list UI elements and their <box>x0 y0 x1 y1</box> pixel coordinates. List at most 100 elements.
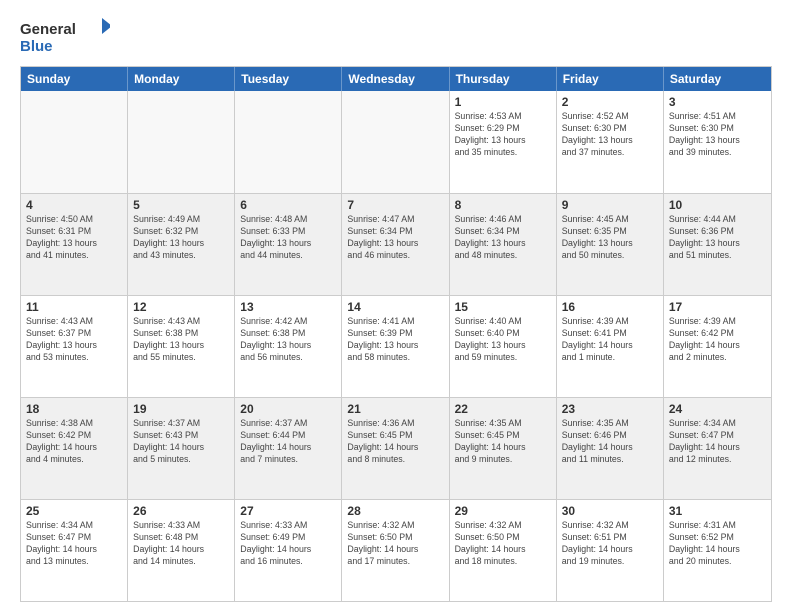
day-info: Sunrise: 4:40 AM Sunset: 6:40 PM Dayligh… <box>455 316 551 364</box>
cal-cell-1-6: 10 Sunrise: 4:44 AM Sunset: 6:36 PM Dayli… <box>664 194 771 295</box>
day-info: Sunrise: 4:49 AM Sunset: 6:32 PM Dayligh… <box>133 214 229 262</box>
cal-cell-1-2: 6 Sunrise: 4:48 AM Sunset: 6:33 PM Daylig… <box>235 194 342 295</box>
day-info: Sunrise: 4:46 AM Sunset: 6:34 PM Dayligh… <box>455 214 551 262</box>
cal-cell-2-6: 17 Sunrise: 4:39 AM Sunset: 6:42 PM Dayli… <box>664 296 771 397</box>
cal-cell-2-5: 16 Sunrise: 4:39 AM Sunset: 6:41 PM Dayli… <box>557 296 664 397</box>
day-number: 30 <box>562 504 658 518</box>
day-info: Sunrise: 4:32 AM Sunset: 6:50 PM Dayligh… <box>347 520 443 568</box>
weekday-friday: Friday <box>557 67 664 91</box>
weekday-saturday: Saturday <box>664 67 771 91</box>
cal-cell-0-4: 1 Sunrise: 4:53 AM Sunset: 6:29 PM Daylig… <box>450 91 557 193</box>
day-number: 16 <box>562 300 658 314</box>
cal-cell-1-1: 5 Sunrise: 4:49 AM Sunset: 6:32 PM Daylig… <box>128 194 235 295</box>
weekday-tuesday: Tuesday <box>235 67 342 91</box>
day-info: Sunrise: 4:43 AM Sunset: 6:37 PM Dayligh… <box>26 316 122 364</box>
header: General Blue <box>20 16 772 56</box>
day-info: Sunrise: 4:33 AM Sunset: 6:48 PM Dayligh… <box>133 520 229 568</box>
day-number: 17 <box>669 300 766 314</box>
day-info: Sunrise: 4:52 AM Sunset: 6:30 PM Dayligh… <box>562 111 658 159</box>
day-info: Sunrise: 4:53 AM Sunset: 6:29 PM Dayligh… <box>455 111 551 159</box>
calendar: SundayMondayTuesdayWednesdayThursdayFrid… <box>20 66 772 602</box>
cal-row-1: 4Sunrise: 4:50 AM Sunset: 6:31 PM Daylig… <box>21 193 771 295</box>
day-info: Sunrise: 4:31 AM Sunset: 6:52 PM Dayligh… <box>669 520 766 568</box>
cal-cell-1-4: 8 Sunrise: 4:46 AM Sunset: 6:34 PM Daylig… <box>450 194 557 295</box>
cal-cell-2-0: 11Sunrise: 4:43 AM Sunset: 6:37 PM Dayli… <box>21 296 128 397</box>
cal-row-2: 11Sunrise: 4:43 AM Sunset: 6:37 PM Dayli… <box>21 295 771 397</box>
cal-cell-3-3: 21 Sunrise: 4:36 AM Sunset: 6:45 PM Dayli… <box>342 398 449 499</box>
day-number: 10 <box>669 198 766 212</box>
day-info: Sunrise: 4:44 AM Sunset: 6:36 PM Dayligh… <box>669 214 766 262</box>
cal-cell-3-0: 18 Sunrise: 4:38 AM Sunset: 6:42 PM Dayli… <box>21 398 128 499</box>
day-number: 2 <box>562 95 658 109</box>
cal-cell-4-4: 29 Sunrise: 4:32 AM Sunset: 6:50 PM Dayli… <box>450 500 557 601</box>
cal-cell-0-2 <box>235 91 342 193</box>
cal-cell-3-5: 23Sunrise: 4:35 AM Sunset: 6:46 PM Dayli… <box>557 398 664 499</box>
day-number: 1 <box>455 95 551 109</box>
cal-cell-4-0: 25 Sunrise: 4:34 AM Sunset: 6:47 PM Dayli… <box>21 500 128 601</box>
day-info: Sunrise: 4:32 AM Sunset: 6:50 PM Dayligh… <box>455 520 551 568</box>
logo: General Blue <box>20 16 110 56</box>
weekday-sunday: Sunday <box>21 67 128 91</box>
day-info: Sunrise: 4:50 AM Sunset: 6:31 PM Dayligh… <box>26 214 122 262</box>
day-number: 27 <box>240 504 336 518</box>
cal-cell-1-0: 4Sunrise: 4:50 AM Sunset: 6:31 PM Daylig… <box>21 194 128 295</box>
day-number: 24 <box>669 402 766 416</box>
day-info: Sunrise: 4:33 AM Sunset: 6:49 PM Dayligh… <box>240 520 336 568</box>
cal-cell-0-3 <box>342 91 449 193</box>
day-info: Sunrise: 4:42 AM Sunset: 6:38 PM Dayligh… <box>240 316 336 364</box>
cal-cell-4-6: 31 Sunrise: 4:31 AM Sunset: 6:52 PM Dayli… <box>664 500 771 601</box>
cal-cell-4-5: 30 Sunrise: 4:32 AM Sunset: 6:51 PM Dayli… <box>557 500 664 601</box>
day-info: Sunrise: 4:32 AM Sunset: 6:51 PM Dayligh… <box>562 520 658 568</box>
cal-cell-4-3: 28Sunrise: 4:32 AM Sunset: 6:50 PM Dayli… <box>342 500 449 601</box>
cal-cell-3-6: 24 Sunrise: 4:34 AM Sunset: 6:47 PM Dayli… <box>664 398 771 499</box>
day-number: 12 <box>133 300 229 314</box>
day-number: 25 <box>26 504 122 518</box>
day-info: Sunrise: 4:34 AM Sunset: 6:47 PM Dayligh… <box>26 520 122 568</box>
cal-cell-4-1: 26 Sunrise: 4:33 AM Sunset: 6:48 PM Dayli… <box>128 500 235 601</box>
logo-svg: General Blue <box>20 16 110 56</box>
day-info: Sunrise: 4:34 AM Sunset: 6:47 PM Dayligh… <box>669 418 766 466</box>
day-info: Sunrise: 4:39 AM Sunset: 6:42 PM Dayligh… <box>669 316 766 364</box>
cal-cell-1-5: 9Sunrise: 4:45 AM Sunset: 6:35 PM Daylig… <box>557 194 664 295</box>
page: General Blue SundayMondayTuesdayWednesda… <box>0 0 792 612</box>
day-number: 15 <box>455 300 551 314</box>
day-number: 5 <box>133 198 229 212</box>
cal-cell-0-6: 3 Sunrise: 4:51 AM Sunset: 6:30 PM Daylig… <box>664 91 771 193</box>
day-number: 21 <box>347 402 443 416</box>
day-info: Sunrise: 4:39 AM Sunset: 6:41 PM Dayligh… <box>562 316 658 364</box>
cal-cell-0-0 <box>21 91 128 193</box>
cal-cell-4-2: 27 Sunrise: 4:33 AM Sunset: 6:49 PM Dayli… <box>235 500 342 601</box>
cal-cell-3-2: 20 Sunrise: 4:37 AM Sunset: 6:44 PM Dayli… <box>235 398 342 499</box>
day-info: Sunrise: 4:47 AM Sunset: 6:34 PM Dayligh… <box>347 214 443 262</box>
day-info: Sunrise: 4:38 AM Sunset: 6:42 PM Dayligh… <box>26 418 122 466</box>
cal-cell-3-4: 22Sunrise: 4:35 AM Sunset: 6:45 PM Dayli… <box>450 398 557 499</box>
cal-row-0: 1 Sunrise: 4:53 AM Sunset: 6:29 PM Daylig… <box>21 91 771 193</box>
weekday-wednesday: Wednesday <box>342 67 449 91</box>
day-number: 9 <box>562 198 658 212</box>
day-number: 18 <box>26 402 122 416</box>
day-info: Sunrise: 4:37 AM Sunset: 6:44 PM Dayligh… <box>240 418 336 466</box>
day-info: Sunrise: 4:41 AM Sunset: 6:39 PM Dayligh… <box>347 316 443 364</box>
calendar-header: SundayMondayTuesdayWednesdayThursdayFrid… <box>21 67 771 91</box>
day-number: 26 <box>133 504 229 518</box>
day-info: Sunrise: 4:48 AM Sunset: 6:33 PM Dayligh… <box>240 214 336 262</box>
day-number: 8 <box>455 198 551 212</box>
day-number: 7 <box>347 198 443 212</box>
cal-cell-3-1: 19Sunrise: 4:37 AM Sunset: 6:43 PM Dayli… <box>128 398 235 499</box>
day-number: 31 <box>669 504 766 518</box>
weekday-thursday: Thursday <box>450 67 557 91</box>
day-info: Sunrise: 4:36 AM Sunset: 6:45 PM Dayligh… <box>347 418 443 466</box>
day-number: 20 <box>240 402 336 416</box>
cal-cell-1-3: 7 Sunrise: 4:47 AM Sunset: 6:34 PM Daylig… <box>342 194 449 295</box>
day-info: Sunrise: 4:51 AM Sunset: 6:30 PM Dayligh… <box>669 111 766 159</box>
day-info: Sunrise: 4:37 AM Sunset: 6:43 PM Dayligh… <box>133 418 229 466</box>
day-number: 6 <box>240 198 336 212</box>
day-number: 29 <box>455 504 551 518</box>
day-number: 22 <box>455 402 551 416</box>
cal-row-4: 25 Sunrise: 4:34 AM Sunset: 6:47 PM Dayli… <box>21 499 771 601</box>
svg-text:Blue: Blue <box>20 38 53 55</box>
cal-cell-2-2: 13Sunrise: 4:42 AM Sunset: 6:38 PM Dayli… <box>235 296 342 397</box>
calendar-body: 1 Sunrise: 4:53 AM Sunset: 6:29 PM Daylig… <box>21 91 771 601</box>
day-number: 3 <box>669 95 766 109</box>
day-number: 14 <box>347 300 443 314</box>
